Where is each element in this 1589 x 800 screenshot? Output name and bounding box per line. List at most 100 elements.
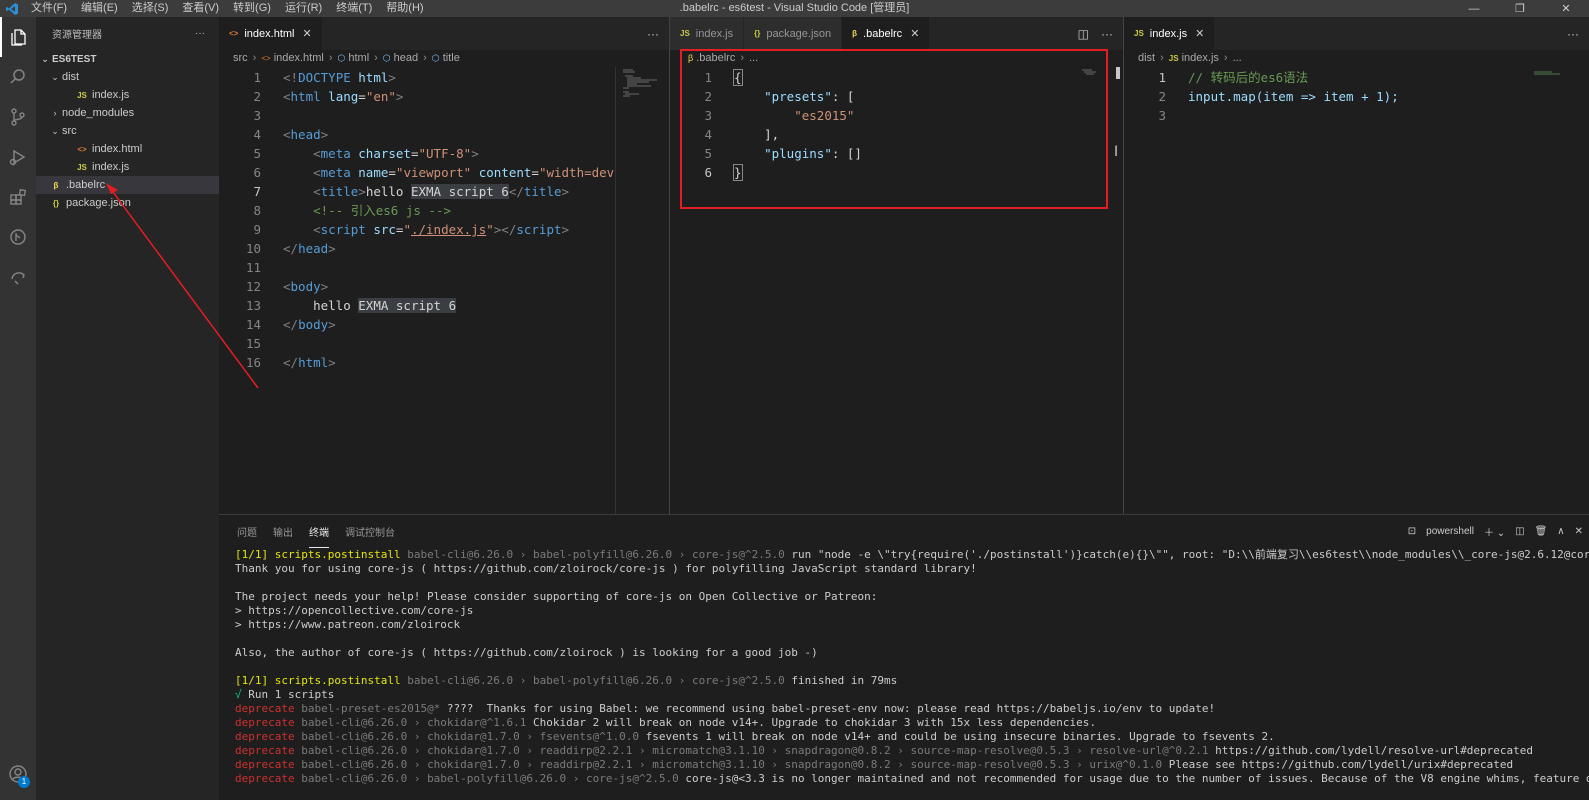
menu-help[interactable]: 帮助(H): [379, 0, 430, 17]
code-editor[interactable]: 1 // 转码后的es6语法 2 input.map(item => item + …: [1124, 68, 1589, 125]
extensions-icon[interactable]: [0, 177, 36, 217]
menu-edit[interactable]: 编辑(E): [74, 0, 125, 17]
tab-index-html[interactable]: <> index.html ✕: [219, 17, 323, 50]
tab-package-json[interactable]: {} package.json: [744, 17, 843, 50]
minimap[interactable]: [1532, 67, 1572, 75]
more-actions-icon[interactable]: ···: [647, 27, 659, 41]
terminal-shell-selector[interactable]: powershell: [1426, 526, 1474, 537]
menu-run[interactable]: 运行(R): [278, 0, 329, 17]
workspace-root-label: ES6TEST: [52, 53, 97, 65]
bottom-panel: 问题 输出 终端 调试控制台 ⊡ powershell ＋ ⌄ ◫ 🗑 ∧ ✕ …: [219, 514, 1589, 800]
minimap[interactable]: [1080, 67, 1110, 75]
code-comment: // 转码后的es6语法: [1188, 70, 1309, 85]
menu-terminal[interactable]: 终端(T): [329, 0, 379, 17]
tab-index-js[interactable]: JS index.js: [670, 17, 745, 50]
breadcrumb-item[interactable]: index.js: [1182, 52, 1219, 64]
tree-item-src-index-js[interactable]: JS index.js: [36, 158, 219, 176]
line-number: 6: [253, 165, 261, 180]
scrollbar-thumb[interactable]: [1116, 67, 1120, 79]
explorer-icon[interactable]: [0, 17, 36, 57]
new-terminal-icon[interactable]: ＋ ⌄: [1484, 524, 1505, 539]
account-badge: 1: [18, 776, 30, 788]
close-window-icon[interactable]: ✕: [1543, 0, 1589, 17]
breadcrumb-item[interactable]: ...: [1233, 52, 1242, 64]
chevron-down-icon: ⌄: [41, 53, 49, 64]
json-file-icon: {}: [52, 198, 60, 208]
close-icon[interactable]: ✕: [302, 27, 311, 40]
more-actions-icon[interactable]: ···: [1101, 27, 1113, 41]
close-icon[interactable]: ✕: [1195, 27, 1204, 40]
minimize-icon[interactable]: —: [1451, 0, 1497, 17]
search-icon[interactable]: [0, 57, 36, 97]
js-file-icon: JS: [1168, 53, 1179, 63]
split-terminal-icon[interactable]: ◫: [1515, 526, 1524, 537]
menu-go[interactable]: 转到(G): [226, 0, 278, 17]
menu-view[interactable]: 查看(V): [175, 0, 226, 17]
line-number: 11: [245, 260, 261, 275]
activity-bar: 1: [0, 17, 36, 800]
breadcrumb-item[interactable]: title: [443, 52, 460, 64]
line-number: 1: [253, 70, 261, 85]
html-file-icon: <>: [77, 144, 87, 154]
run-debug-icon[interactable]: [0, 137, 36, 177]
sidebar-lower: [36, 514, 219, 800]
html-file-icon: <>: [261, 53, 271, 63]
source-control-icon[interactable]: [0, 97, 36, 137]
breadcrumb-item[interactable]: dist: [1138, 52, 1155, 64]
close-panel-icon[interactable]: ✕: [1575, 526, 1583, 537]
panel-tab-output[interactable]: 输出: [273, 516, 293, 547]
tree-item-node-modules[interactable]: › node_modules: [36, 104, 219, 122]
tree-item-package-json[interactable]: {} package.json: [36, 194, 219, 212]
tab-label: index.js: [1149, 27, 1188, 40]
panel-tab-problems[interactable]: 问题: [237, 516, 257, 547]
code-editor[interactable]: 1 <!DOCTYPE html> 2 <html lang="en"> 3 4 <h…: [219, 68, 669, 372]
git-graph-icon[interactable]: [0, 217, 36, 257]
tree-item-label: index.html: [92, 143, 143, 155]
split-editor-icon[interactable]: ◫: [1078, 27, 1089, 41]
tree-item-babelrc[interactable]: β .babelrc: [36, 176, 219, 194]
line-number: 12: [245, 279, 261, 294]
chevron-down-icon: ⌄: [51, 125, 59, 136]
tree-item-label: index.js: [92, 161, 130, 173]
tree-item-src-index-html[interactable]: <> index.html: [36, 140, 219, 158]
tree-item-dist[interactable]: ⌄ dist: [36, 68, 219, 86]
breadcrumb-item[interactable]: head: [394, 52, 418, 64]
tab-label: index.html: [244, 27, 295, 40]
breadcrumb: dist › JS index.js › ...: [1138, 52, 1242, 64]
menu-file[interactable]: 文件(F): [24, 0, 74, 17]
js-file-icon: JS: [77, 90, 87, 100]
more-actions-icon[interactable]: ···: [1567, 27, 1579, 41]
breadcrumb-item[interactable]: src: [233, 52, 248, 64]
line-number: 4: [253, 127, 261, 142]
tab-babelrc[interactable]: β .babelrc ✕: [842, 17, 931, 50]
maximize-panel-icon[interactable]: ∧: [1557, 526, 1564, 537]
line-number: 10: [245, 241, 261, 256]
minimap[interactable]: [617, 67, 661, 514]
line-number: 14: [245, 317, 261, 332]
panel-tab-debug-console[interactable]: 调试控制台: [345, 516, 395, 547]
line-number: 3: [1158, 108, 1166, 123]
babel-file-icon: β: [53, 180, 59, 190]
close-icon[interactable]: ✕: [910, 27, 919, 40]
restore-icon[interactable]: ❐: [1497, 0, 1543, 17]
minimap-border: [615, 67, 616, 514]
chevron-right-icon: ›: [53, 108, 57, 118]
tree-item-src[interactable]: ⌄ src: [36, 122, 219, 140]
breadcrumb-item[interactable]: html: [348, 52, 369, 64]
tree-item-dist-index-js[interactable]: JS index.js: [36, 86, 219, 104]
chevron-down-icon: ⌄: [51, 71, 59, 82]
remote-icon[interactable]: [0, 257, 36, 297]
explorer-more-button[interactable]: ···: [195, 28, 205, 39]
line-number: 7: [253, 184, 261, 199]
workspace-root[interactable]: ⌄ ES6TEST: [36, 50, 219, 68]
panel-tab-terminal[interactable]: 终端: [309, 516, 329, 548]
explorer-sidebar: 资源管理器 ··· ⌄ ES6TEST ⌄ dist JS index.js ›…: [36, 17, 219, 514]
breadcrumb-item[interactable]: index.html: [274, 52, 324, 64]
line-number: 2: [253, 89, 261, 104]
tab-dist-index-js[interactable]: JS index.js ✕: [1124, 17, 1216, 50]
menu-selection[interactable]: 选择(S): [125, 0, 176, 17]
terminal-output[interactable]: [1/1] scripts.postinstall babel-cli@6.26…: [219, 548, 1589, 786]
account-icon[interactable]: 1: [0, 756, 36, 792]
tab-label: .babelrc: [863, 27, 903, 40]
kill-terminal-icon[interactable]: 🗑: [1535, 526, 1548, 537]
